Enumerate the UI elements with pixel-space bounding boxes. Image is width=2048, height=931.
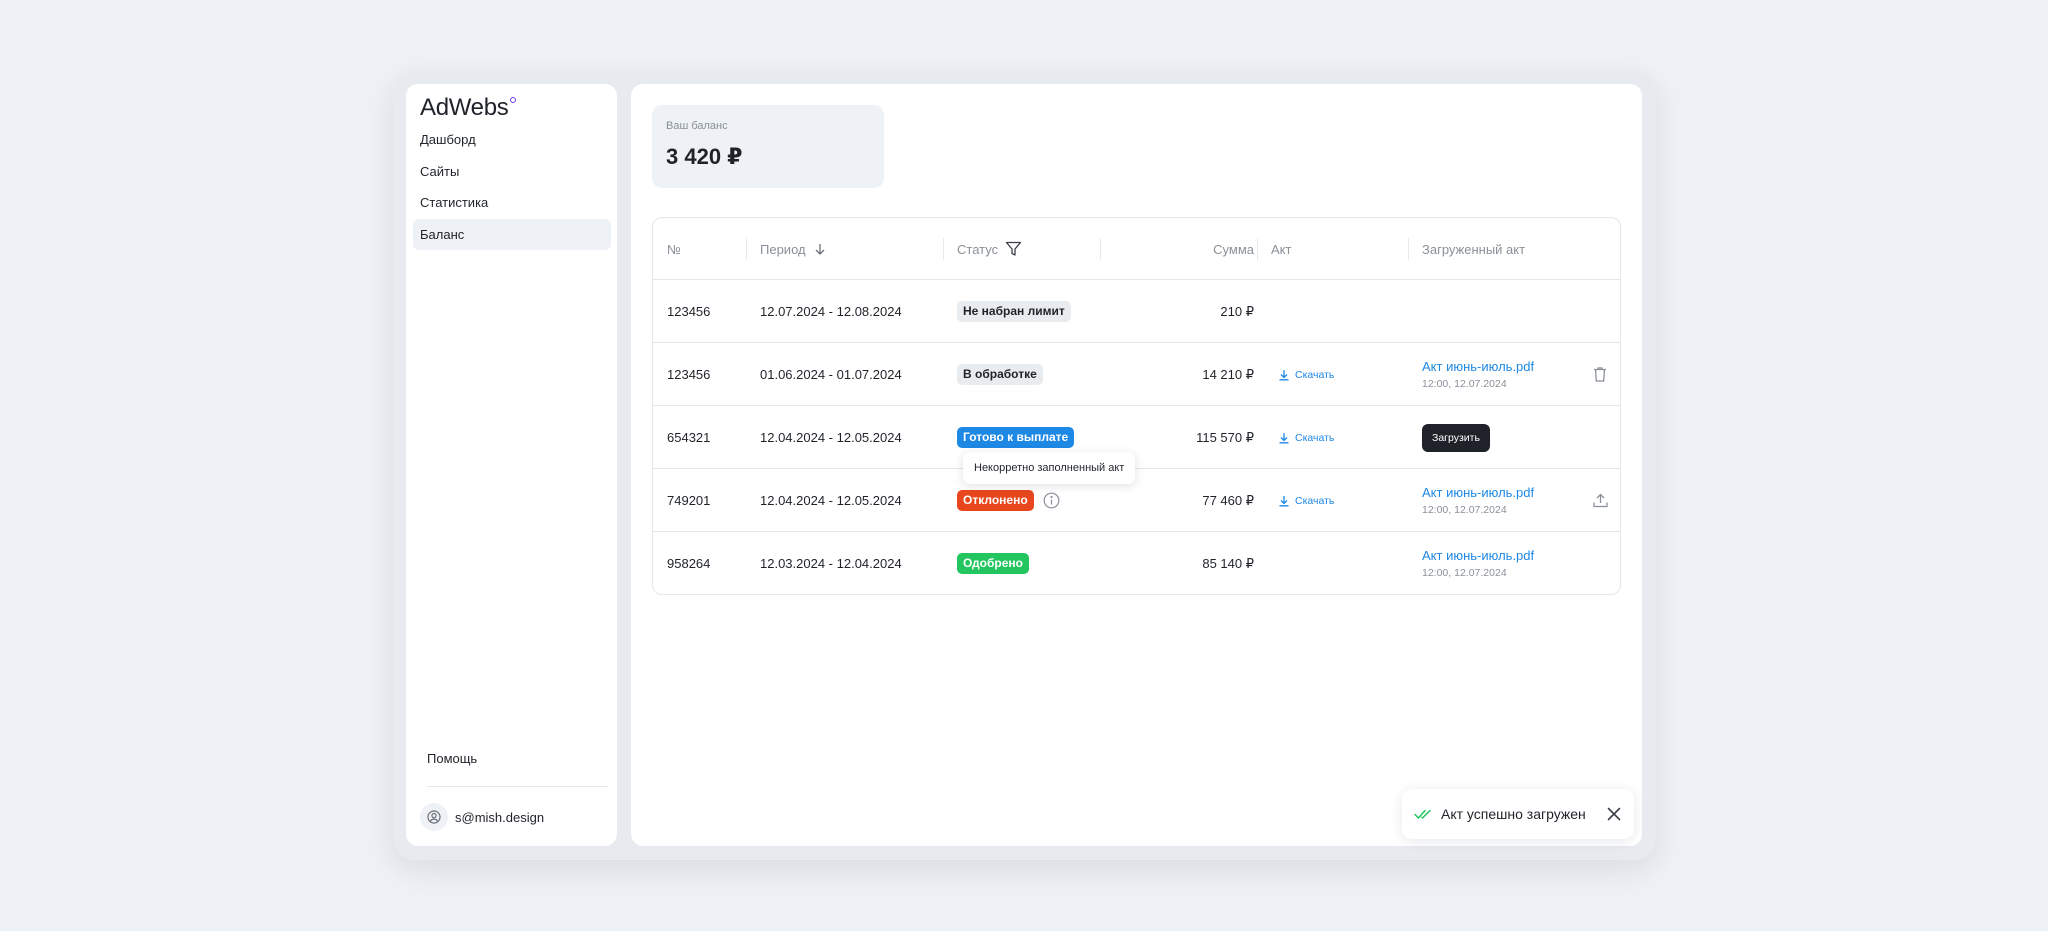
file-time: 12:00, 12.07.2024 (1422, 567, 1507, 579)
sidebar-item-statistics[interactable]: Статистика (413, 187, 611, 218)
logo[interactable]: AdWebs (420, 94, 517, 122)
table-row: 749201 12.04.2024 - 12.05.2024 Отклонено… (653, 469, 1620, 532)
upload-icon[interactable] (1592, 492, 1609, 509)
user-circle-icon (427, 810, 441, 824)
close-icon[interactable] (1606, 806, 1622, 822)
column-sum: Сумма (1213, 241, 1254, 257)
help-link[interactable]: Помощь (427, 751, 477, 766)
download-link[interactable]: Скачать (1278, 495, 1334, 507)
column-divider (1257, 238, 1258, 260)
table-row: 958264 12.03.2024 - 12.04.2024 Одобрено … (653, 532, 1620, 594)
column-divider (1408, 238, 1409, 260)
row-period: 12.07.2024 - 12.08.2024 (760, 304, 902, 319)
table-row: 123456 12.07.2024 - 12.08.2024 Не набран… (653, 280, 1620, 343)
column-status-label: Статус (957, 241, 999, 257)
download-label: Скачать (1295, 368, 1335, 381)
row-number: 123456 (667, 304, 711, 319)
upload-button[interactable]: Загрузить (1422, 423, 1490, 452)
status-badge: Не набран лимит (957, 301, 1071, 322)
avatar (420, 803, 448, 831)
file-time: 12:00, 12.07.2024 (1422, 378, 1507, 390)
uploaded-file: Акт июнь-июль.pdf 12:00, 12.07.2024 (1422, 359, 1534, 390)
logo-dot-icon (510, 97, 517, 103)
sort-arrow-down-icon[interactable] (813, 242, 827, 256)
status-badge: Отклонено (957, 490, 1034, 511)
table-header: № Период Статус Сумма Акт Загруженный ак… (653, 218, 1620, 280)
column-act: Акт (1271, 241, 1292, 257)
main-panel: Ваш баланс 3 420 ₽ № Период Статус Сумма… (631, 84, 1642, 846)
file-link[interactable]: Акт июнь-июль.pdf (1422, 359, 1534, 374)
row-number: 654321 (667, 430, 711, 445)
status-badge: Готово к выплате (957, 427, 1075, 448)
sidebar-item-balance[interactable]: Баланс (413, 218, 611, 250)
column-period[interactable]: Период (760, 218, 827, 280)
column-uploaded-act: Загруженный акт (1422, 241, 1526, 257)
row-number: 123456 (667, 367, 711, 382)
toast-notification: Акт успешно загружен (1402, 789, 1634, 839)
row-sum: 210 ₽ (1220, 303, 1254, 319)
filter-icon[interactable] (1005, 241, 1022, 257)
download-link[interactable]: Скачать (1278, 432, 1334, 444)
toast-text: Акт успешно загружен (1441, 806, 1586, 822)
row-sum: 85 140 ₽ (1202, 555, 1254, 571)
balance-label: Ваш баланс (666, 120, 728, 132)
uploaded-file: Акт июнь-июль.pdf 12:00, 12.07.2024 (1422, 485, 1534, 516)
trash-icon[interactable] (1592, 366, 1608, 383)
double-check-icon (1414, 809, 1431, 819)
column-status[interactable]: Статус (957, 218, 1022, 280)
status-badge: Одобрено (957, 553, 1029, 574)
uploaded-file: Акт июнь-июль.pdf 12:00, 12.07.2024 (1422, 548, 1534, 579)
download-label: Скачать (1295, 494, 1335, 507)
row-period: 12.03.2024 - 12.04.2024 (760, 556, 902, 571)
column-divider (1100, 238, 1101, 260)
status-tooltip: Некорретно заполненный акт (963, 452, 1136, 484)
download-icon (1279, 432, 1289, 443)
row-number: 749201 (667, 493, 711, 508)
payouts-table: № Период Статус Сумма Акт Загруженный ак… (652, 217, 1621, 595)
sidebar-item-sites[interactable]: Сайты (413, 156, 611, 187)
balance-value: 3 420 ₽ (666, 144, 743, 169)
sidebar: AdWebs Дашборд Сайты Статистика Баланс П… (406, 84, 617, 846)
row-period: 12.04.2024 - 12.05.2024 (760, 493, 902, 508)
column-divider (943, 238, 944, 260)
sidebar-nav: Дашборд Сайты Статистика Баланс (413, 124, 611, 250)
download-icon (1279, 369, 1289, 380)
user-profile[interactable]: s@mish.design (420, 803, 544, 831)
balance-card: Ваш баланс 3 420 ₽ (652, 105, 884, 188)
download-icon (1279, 495, 1289, 506)
sidebar-item-dashboard[interactable]: Дашборд (413, 124, 611, 155)
column-period-label: Период (760, 241, 806, 257)
logo-text: AdWebs (420, 94, 509, 121)
table-row: 654321 12.04.2024 - 12.05.2024 Готово к … (653, 406, 1620, 469)
column-divider (746, 238, 747, 260)
sidebar-divider (427, 786, 608, 787)
info-icon[interactable] (1043, 492, 1060, 509)
file-time: 12:00, 12.07.2024 (1422, 504, 1507, 516)
table-row: 123456 01.06.2024 - 01.07.2024 В обработ… (653, 343, 1620, 406)
file-link[interactable]: Акт июнь-июль.pdf (1422, 485, 1534, 500)
user-email: s@mish.design (455, 809, 545, 825)
row-sum: 14 210 ₽ (1202, 366, 1254, 382)
row-number: 958264 (667, 556, 711, 571)
download-label: Скачать (1295, 431, 1335, 444)
row-period: 01.06.2024 - 01.07.2024 (760, 367, 902, 382)
column-number: № (667, 241, 681, 257)
file-link[interactable]: Акт июнь-июль.pdf (1422, 548, 1534, 563)
download-link[interactable]: Скачать (1278, 369, 1334, 381)
status-badge: В обработке (957, 364, 1043, 385)
row-period: 12.04.2024 - 12.05.2024 (760, 430, 902, 445)
